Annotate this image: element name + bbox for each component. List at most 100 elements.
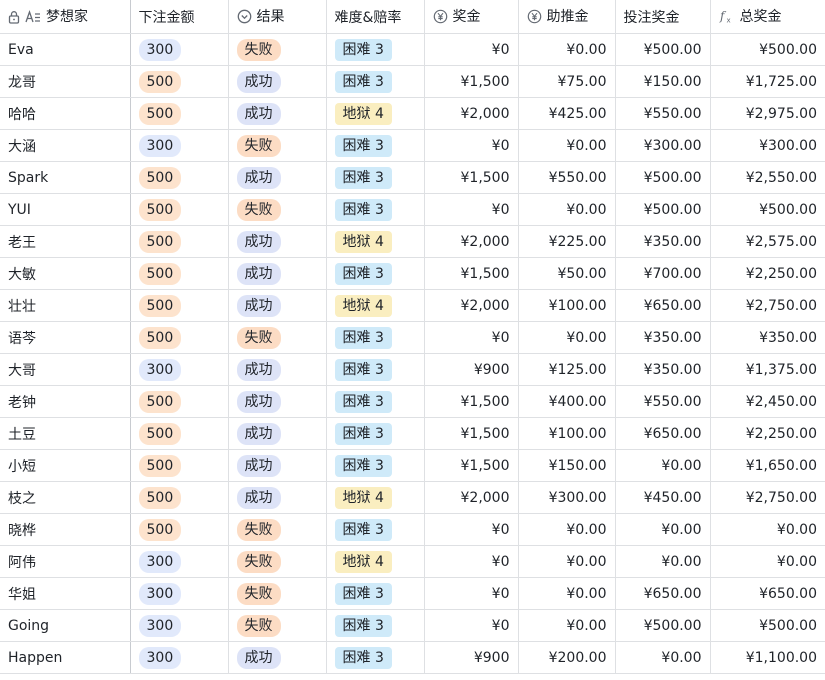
cell-bet-amount[interactable]: 500 [130, 321, 229, 354]
cell-prize[interactable]: ¥0 [424, 545, 519, 578]
cell-difficulty[interactable]: 地狱 4 [326, 545, 425, 578]
cell-total[interactable]: ¥1,650.00 [710, 449, 825, 482]
cell-total[interactable]: ¥2,975.00 [710, 97, 825, 130]
table-row[interactable]: 大涵 300 失败 困难 3 ¥0 ¥0.00 ¥300.00 ¥300.00 [0, 129, 825, 162]
cell-bet-amount[interactable]: 300 [130, 33, 229, 66]
cell-bet-prize[interactable]: ¥700.00 [615, 257, 711, 290]
cell-bet-amount[interactable]: 500 [130, 193, 229, 226]
cell-difficulty[interactable]: 困难 3 [326, 353, 425, 386]
cell-prize[interactable]: ¥900 [424, 353, 519, 386]
cell-boost[interactable]: ¥400.00 [518, 385, 616, 418]
cell-bet-prize[interactable]: ¥550.00 [615, 97, 711, 130]
cell-dreamer[interactable]: 晓桦 [0, 513, 131, 546]
cell-boost[interactable]: ¥225.00 [518, 225, 616, 258]
cell-total[interactable]: ¥1,100.00 [710, 641, 825, 674]
column-header-bet-prize[interactable]: 投注奖金 [615, 0, 711, 34]
table-row[interactable]: Happen 300 成功 困难 3 ¥900 ¥200.00 ¥0.00 ¥1,100.00 [0, 641, 825, 674]
cell-difficulty[interactable]: 困难 3 [326, 257, 425, 290]
cell-total[interactable]: ¥650.00 [710, 577, 825, 610]
cell-difficulty[interactable]: 地狱 4 [326, 97, 425, 130]
column-header-total[interactable]: fx 总奖金 [710, 0, 825, 34]
cell-bet-prize[interactable]: ¥500.00 [615, 193, 711, 226]
cell-difficulty[interactable]: 困难 3 [326, 417, 425, 450]
cell-prize[interactable]: ¥1,500 [424, 417, 519, 450]
cell-result[interactable]: 失败 [228, 193, 327, 226]
cell-prize[interactable]: ¥1,500 [424, 257, 519, 290]
cell-bet-prize[interactable]: ¥0.00 [615, 545, 711, 578]
cell-difficulty[interactable]: 地狱 4 [326, 225, 425, 258]
cell-dreamer[interactable]: Eva [0, 33, 131, 66]
cell-prize[interactable]: ¥0 [424, 577, 519, 610]
column-header-prize[interactable]: 奖金 [424, 0, 519, 34]
cell-difficulty[interactable]: 困难 3 [326, 577, 425, 610]
table-row[interactable]: 大哥 300 成功 困难 3 ¥900 ¥125.00 ¥350.00 ¥1,375.00 [0, 353, 825, 386]
cell-result[interactable]: 成功 [228, 225, 327, 258]
cell-bet-prize[interactable]: ¥650.00 [615, 289, 711, 322]
cell-difficulty[interactable]: 困难 3 [326, 513, 425, 546]
cell-dreamer[interactable]: 大敏 [0, 257, 131, 290]
cell-bet-prize[interactable]: ¥0.00 [615, 513, 711, 546]
cell-bet-amount[interactable]: 500 [130, 289, 229, 322]
cell-result[interactable]: 失败 [228, 129, 327, 162]
cell-boost[interactable]: ¥0.00 [518, 129, 616, 162]
cell-bet-amount[interactable]: 500 [130, 513, 229, 546]
cell-bet-amount[interactable]: 500 [130, 225, 229, 258]
cell-bet-prize[interactable]: ¥500.00 [615, 33, 711, 66]
table-row[interactable]: Spark 500 成功 困难 3 ¥1,500 ¥550.00 ¥500.00 ¥2,550… [0, 161, 825, 194]
cell-bet-prize[interactable]: ¥550.00 [615, 385, 711, 418]
cell-boost[interactable]: ¥0.00 [518, 609, 616, 642]
column-header-result[interactable]: 结果 [228, 0, 327, 34]
cell-prize[interactable]: ¥900 [424, 641, 519, 674]
cell-difficulty[interactable]: 困难 3 [326, 193, 425, 226]
cell-bet-amount[interactable]: 500 [130, 161, 229, 194]
column-header-difficulty[interactable]: 难度&赔率 [326, 0, 425, 34]
cell-difficulty[interactable]: 地狱 4 [326, 481, 425, 514]
table-row[interactable]: Going 300 失败 困难 3 ¥0 ¥0.00 ¥500.00 ¥500.00 [0, 609, 825, 642]
table-row[interactable]: 老王 500 成功 地狱 4 ¥2,000 ¥225.00 ¥350.00 ¥2,575.00 [0, 225, 825, 258]
cell-bet-amount[interactable]: 500 [130, 257, 229, 290]
cell-total[interactable]: ¥300.00 [710, 129, 825, 162]
cell-boost[interactable]: ¥300.00 [518, 481, 616, 514]
cell-boost[interactable]: ¥50.00 [518, 257, 616, 290]
cell-bet-prize[interactable]: ¥650.00 [615, 417, 711, 450]
cell-prize[interactable]: ¥2,000 [424, 289, 519, 322]
cell-result[interactable]: 成功 [228, 481, 327, 514]
cell-dreamer[interactable]: 哈哈 [0, 97, 131, 130]
cell-result[interactable]: 失败 [228, 609, 327, 642]
cell-bet-amount[interactable]: 500 [130, 449, 229, 482]
cell-total[interactable]: ¥2,450.00 [710, 385, 825, 418]
cell-bet-prize[interactable]: ¥350.00 [615, 321, 711, 354]
cell-difficulty[interactable]: 困难 3 [326, 321, 425, 354]
cell-difficulty[interactable]: 困难 3 [326, 161, 425, 194]
cell-dreamer[interactable]: 华姐 [0, 577, 131, 610]
cell-prize[interactable]: ¥1,500 [424, 449, 519, 482]
cell-prize[interactable]: ¥0 [424, 321, 519, 354]
cell-bet-prize[interactable]: ¥350.00 [615, 353, 711, 386]
cell-result[interactable]: 失败 [228, 321, 327, 354]
cell-boost[interactable]: ¥150.00 [518, 449, 616, 482]
cell-total[interactable]: ¥1,375.00 [710, 353, 825, 386]
cell-prize[interactable]: ¥0 [424, 609, 519, 642]
cell-result[interactable]: 成功 [228, 641, 327, 674]
cell-bet-amount[interactable]: 500 [130, 417, 229, 450]
cell-dreamer[interactable]: 老王 [0, 225, 131, 258]
cell-result[interactable]: 成功 [228, 65, 327, 98]
cell-dreamer[interactable]: YUI [0, 193, 131, 226]
cell-boost[interactable]: ¥0.00 [518, 513, 616, 546]
table-row[interactable]: 语芩 500 失败 困难 3 ¥0 ¥0.00 ¥350.00 ¥350.00 [0, 321, 825, 354]
table-row[interactable]: 大敏 500 成功 困难 3 ¥1,500 ¥50.00 ¥700.00 ¥2,250.00 [0, 257, 825, 290]
cell-bet-amount[interactable]: 500 [130, 97, 229, 130]
cell-dreamer[interactable]: 壮壮 [0, 289, 131, 322]
cell-prize[interactable]: ¥0 [424, 193, 519, 226]
cell-bet-amount[interactable]: 300 [130, 353, 229, 386]
cell-dreamer[interactable]: Happen [0, 641, 131, 674]
cell-bet-prize[interactable]: ¥300.00 [615, 129, 711, 162]
table-row[interactable]: 老钟 500 成功 困难 3 ¥1,500 ¥400.00 ¥550.00 ¥2,450.00 [0, 385, 825, 418]
cell-prize[interactable]: ¥0 [424, 33, 519, 66]
table-row[interactable]: 华姐 300 失败 困难 3 ¥0 ¥0.00 ¥650.00 ¥650.00 [0, 577, 825, 610]
cell-result[interactable]: 成功 [228, 161, 327, 194]
cell-prize[interactable]: ¥0 [424, 129, 519, 162]
cell-boost[interactable]: ¥0.00 [518, 545, 616, 578]
cell-difficulty[interactable]: 困难 3 [326, 449, 425, 482]
cell-boost[interactable]: ¥0.00 [518, 577, 616, 610]
